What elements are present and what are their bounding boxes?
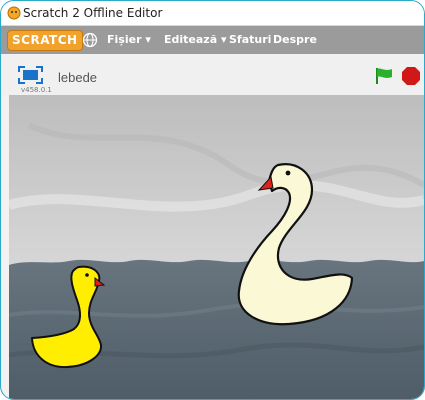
version-label: v458.0.1 bbox=[21, 86, 52, 94]
menu-bar: SCRATCH Fișier ▾ Editează ▾ Sfaturi Desp… bbox=[1, 26, 424, 54]
menu-file[interactable]: Fișier ▾ bbox=[107, 33, 151, 46]
stage-header: lebede v458.0.1 bbox=[1, 55, 424, 95]
stage[interactable] bbox=[9, 95, 424, 399]
menu-about[interactable]: Despre bbox=[273, 33, 317, 46]
window-title: Scratch 2 Offline Editor bbox=[23, 6, 163, 20]
stop-icon[interactable] bbox=[401, 66, 421, 86]
menu-tips[interactable]: Sfaturi bbox=[229, 33, 271, 46]
green-flag-icon[interactable] bbox=[374, 67, 394, 85]
menu-edit[interactable]: Editează ▾ bbox=[164, 33, 226, 46]
scratch-logo[interactable]: SCRATCH bbox=[7, 30, 83, 51]
app-window: Scratch 2 Offline Editor SCRATCH Fișier … bbox=[0, 0, 425, 400]
globe-icon[interactable] bbox=[82, 32, 98, 48]
stage-canvas bbox=[9, 95, 424, 399]
title-bar: Scratch 2 Offline Editor bbox=[1, 1, 424, 26]
project-name[interactable]: lebede bbox=[58, 70, 97, 85]
scratch-cat-icon bbox=[7, 6, 21, 20]
fullscreen-icon[interactable] bbox=[18, 66, 43, 84]
